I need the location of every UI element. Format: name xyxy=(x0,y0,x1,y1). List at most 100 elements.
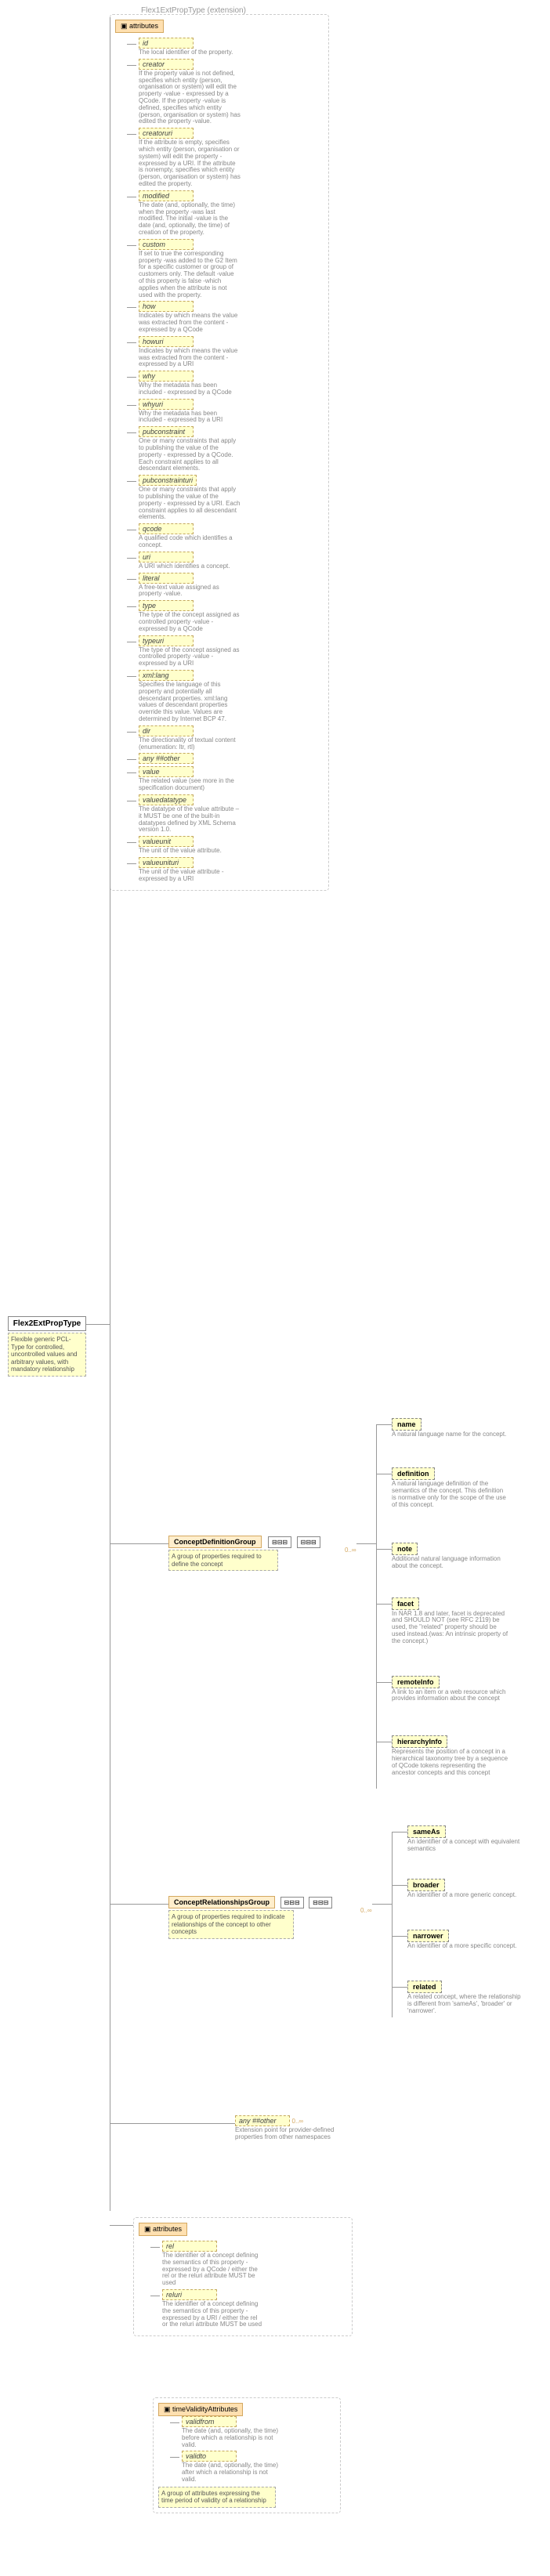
connector xyxy=(110,2225,133,2226)
attr-name: validto xyxy=(182,2451,237,2462)
connector xyxy=(372,1904,392,1905)
attr-howuri: howuriIndicates by which means the value… xyxy=(139,336,324,368)
attr-custom: customIf set to true the corresponding p… xyxy=(139,239,324,299)
attr-desc: Indicates by which means the value was e… xyxy=(139,313,241,333)
attr-name: id xyxy=(139,38,194,49)
any-other-desc: Extension point for provider-defined pro… xyxy=(235,2127,345,2141)
attr-why: whyWhy the metadata has been included - … xyxy=(139,371,324,396)
root-type-name: Flex2ExtPropType xyxy=(8,1316,86,1331)
attr-desc: The directionality of textual content (e… xyxy=(139,737,241,751)
connector xyxy=(110,2123,235,2124)
attr-validfrom: validfromThe date (and, optionally, the … xyxy=(182,2416,335,2448)
element-desc: Represents the position of a concept in … xyxy=(392,1749,509,1776)
attr-name: typeuri xyxy=(139,635,194,646)
attr-modified: modifiedThe date (and, optionally, the t… xyxy=(139,190,324,237)
connector xyxy=(392,1885,407,1886)
sequence-icon: ⊟⊟⊟ xyxy=(297,1536,320,1548)
attr-desc: The related value (see more in the speci… xyxy=(139,778,241,792)
attr-desc: If the property value is not defined, sp… xyxy=(139,71,241,125)
attr-pubconstrainturi: pubconstrainturiOne or many constraints … xyxy=(139,475,324,521)
second-attributes-frame: ▣ attributes relThe identifier of a conc… xyxy=(133,2217,353,2336)
cdg-desc: A group of properties required to define… xyxy=(168,1550,278,1571)
connector xyxy=(376,1682,392,1683)
connector xyxy=(392,1987,407,1988)
attr-valueunit: valueunitThe unit of the value attribute… xyxy=(139,836,324,855)
attr-desc: The type of the concept assigned as cont… xyxy=(139,647,241,668)
element-desc: A natural language name for the concept. xyxy=(392,1431,506,1438)
attr-whyuri: whyuriWhy the metadata has been included… xyxy=(139,399,324,425)
tva-frame: ▣ timeValidityAttributes validfromThe da… xyxy=(153,2397,341,2513)
cdg-child-note: noteAdditional natural language informat… xyxy=(392,1543,509,1570)
connector xyxy=(392,1936,407,1937)
attr-desc: One or many constraints that apply to pu… xyxy=(139,487,241,521)
element-name: narrower xyxy=(407,1930,449,1942)
attr-name: xml:lang xyxy=(139,670,194,681)
attributes-label: ▣ attributes xyxy=(115,20,164,33)
attr-valuedatatype: valuedatatypeThe datatype of the value a… xyxy=(139,794,324,834)
attr-desc: The date (and, optionally, the time) aft… xyxy=(182,2462,284,2483)
cdg-block: ConceptDefinitionGroup ⊟⊟⊟ ⊟⊟⊟ 0..∞ A gr… xyxy=(168,1536,320,1571)
attr-type: typeThe type of the concept assigned as … xyxy=(139,600,324,632)
cdg-name: ConceptDefinitionGroup xyxy=(168,1536,262,1548)
attr-name: reluri xyxy=(162,2289,217,2300)
attr-name: literal xyxy=(139,573,194,584)
attr-pubconstraint: pubconstraintOne or many constraints tha… xyxy=(139,426,324,472)
attr-name: how xyxy=(139,301,194,312)
attr-name: validfrom xyxy=(182,2416,237,2427)
attr-name: uri xyxy=(139,552,194,563)
attr-desc: A URI which identifies a concept. xyxy=(139,563,241,570)
connector xyxy=(376,1424,392,1425)
attr-desc: A free-text value assigned as property -… xyxy=(139,584,241,599)
attr-desc: The unit of the value attribute. xyxy=(139,848,241,855)
cdg-child-hierarchyInfo: hierarchyInfoRepresents the position of … xyxy=(392,1735,509,1776)
connector xyxy=(86,1324,110,1325)
connector xyxy=(376,1424,377,1789)
element-name: sameAs xyxy=(407,1825,446,1838)
attr-name: value xyxy=(139,766,194,777)
second-attributes-label: ▣ attributes xyxy=(139,2223,187,2236)
attr-desc: Why the metadata has been included - exp… xyxy=(139,411,241,425)
attr-creator: creatorIf the property value is not defi… xyxy=(139,59,324,125)
attr-desc: The date (and, optionally, the time) whe… xyxy=(139,202,241,237)
attr-name: valueunituri xyxy=(139,857,194,868)
crg-desc: A group of properties required to indica… xyxy=(168,1910,294,1939)
attr-name: valueunit xyxy=(139,836,194,847)
attr-name: rel xyxy=(162,2241,217,2252)
attr-desc: Why the metadata has been included - exp… xyxy=(139,382,241,396)
attr-value: valueThe related value (see more in the … xyxy=(139,766,324,792)
cdg-child-definition: definitionA natural language definition … xyxy=(392,1467,509,1508)
connector xyxy=(110,1904,168,1905)
attr-name: creatoruri xyxy=(139,128,194,139)
element-name: definition xyxy=(392,1467,435,1480)
attr-name: why xyxy=(139,371,194,382)
connector xyxy=(392,1832,407,1833)
attr-literal: literalA free-text value assigned as pro… xyxy=(139,573,324,599)
attr-desc: A qualified code which identifies a conc… xyxy=(139,535,241,549)
element-desc: In NAR 1.8 and later, facet is deprecate… xyxy=(392,1611,509,1645)
crg-child-broader: broaderAn identifier of a more generic c… xyxy=(407,1879,516,1899)
element-name: note xyxy=(392,1543,418,1555)
element-desc: Additional natural language information … xyxy=(392,1556,509,1570)
tva-label: ▣ timeValidityAttributes xyxy=(158,2403,243,2416)
element-desc: An identifier of a more generic concept. xyxy=(407,1892,516,1899)
sequence-icon: ⊟⊟⊟ xyxy=(268,1536,291,1548)
element-name: facet xyxy=(392,1597,419,1610)
connector xyxy=(356,1543,376,1544)
crg-child-sameAs: sameAsAn identifier of a concept with eq… xyxy=(407,1825,525,1853)
crg-card: 0..∞ xyxy=(360,1907,372,1914)
attr-dir: dirThe directionality of textual content… xyxy=(139,725,324,751)
element-name: remoteInfo xyxy=(392,1676,440,1688)
any-other-block: any ##other 0..∞ Extension point for pro… xyxy=(235,2115,345,2141)
attr-name: pubconstrainturi xyxy=(139,475,197,486)
attr-validto: validtoThe date (and, optionally, the ti… xyxy=(182,2451,335,2483)
attr-desc: The identifier of a concept defining the… xyxy=(162,2252,264,2287)
crg-child-related: relatedA related concept, where the rela… xyxy=(407,1981,525,2014)
attr-valueunituri: valueunituriThe unit of the value attrib… xyxy=(139,857,324,883)
connector xyxy=(392,1832,393,2017)
any-other-card: 0..∞ xyxy=(292,2118,304,2125)
crg-block: ConceptRelationshipsGroup ⊟⊟⊟ ⊟⊟⊟ 0..∞ A… xyxy=(168,1896,332,1939)
any-other-name: any ##other xyxy=(235,2115,290,2126)
attr-name: custom xyxy=(139,239,194,250)
sequence-icon: ⊟⊟⊟ xyxy=(280,1897,304,1908)
attr-desc: The identifier of a concept defining the… xyxy=(162,2301,264,2328)
